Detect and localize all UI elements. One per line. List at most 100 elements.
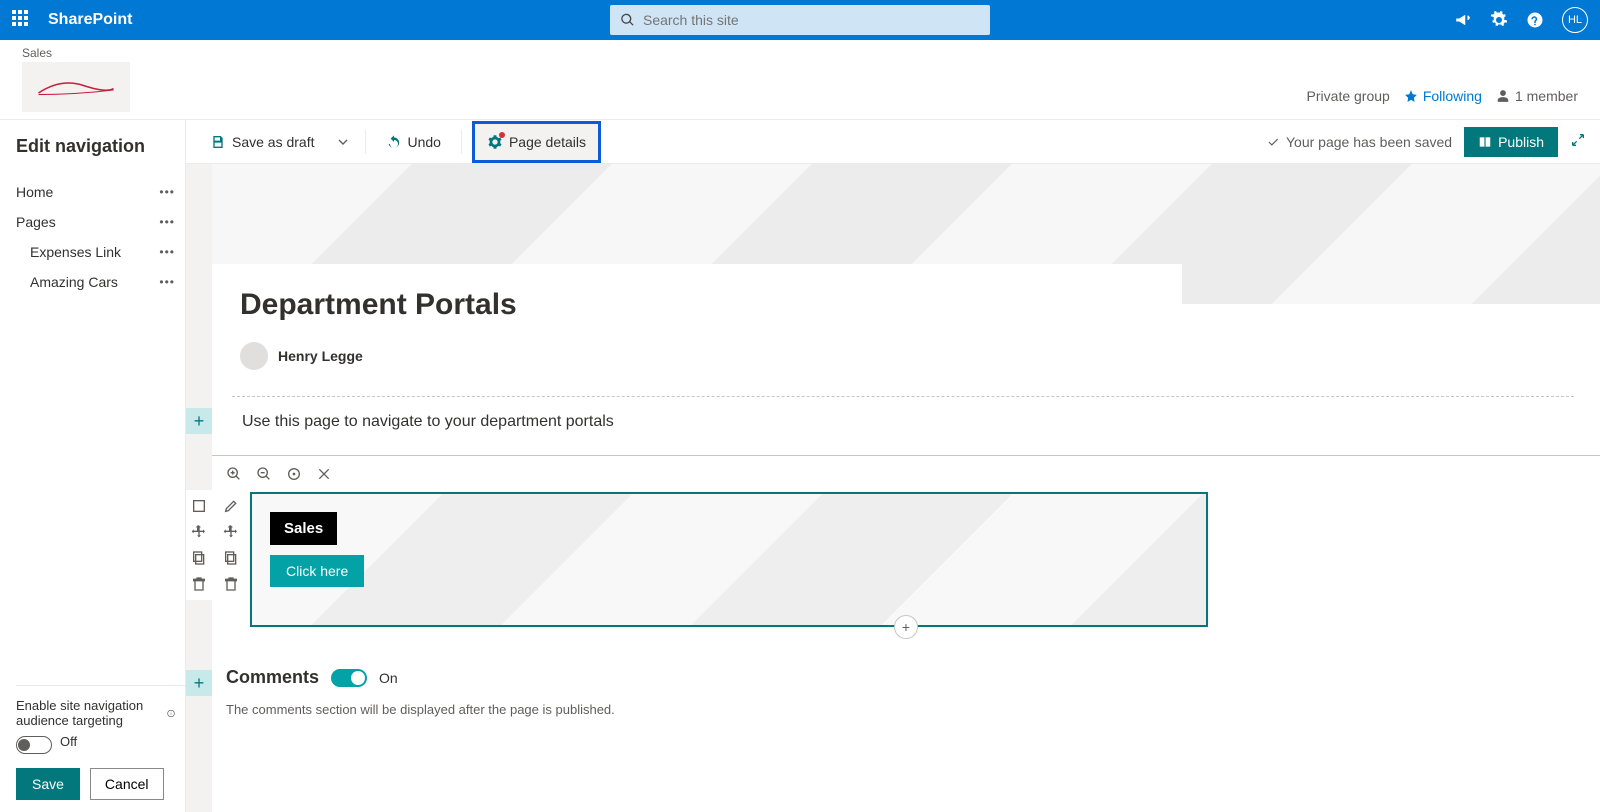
- nav-item-label: Home: [16, 184, 53, 200]
- page-title[interactable]: Department Portals: [240, 288, 1154, 322]
- comments-state-label: On: [379, 670, 398, 686]
- nav-item-label: Pages: [16, 214, 56, 230]
- more-icon[interactable]: •••: [159, 245, 175, 259]
- saved-message-text: Your page has been saved: [1286, 134, 1452, 150]
- megaphone-icon[interactable]: [1454, 11, 1472, 29]
- publish-button[interactable]: Publish: [1464, 127, 1558, 157]
- help-icon[interactable]: [1526, 11, 1544, 29]
- separator: [461, 130, 462, 154]
- svg-text:i: i: [170, 711, 171, 716]
- site-logo-wrap: Sales: [22, 46, 130, 112]
- section-toolbar: [186, 490, 212, 600]
- left-nav: Edit navigation Home ••• Pages ••• Expen…: [0, 120, 186, 812]
- gear-icon: [487, 134, 503, 150]
- publish-label: Publish: [1498, 134, 1544, 150]
- author-row: Henry Legge: [240, 342, 1154, 370]
- user-avatar[interactable]: HL: [1562, 7, 1588, 33]
- edit-section-icon[interactable]: [191, 498, 207, 514]
- privacy-label: Private group: [1307, 88, 1390, 104]
- save-draft-label: Save as draft: [232, 134, 315, 150]
- saved-message: Your page has been saved: [1266, 134, 1452, 150]
- site-meta: Private group Following 1 member: [1307, 88, 1578, 104]
- site-logo[interactable]: [22, 62, 130, 112]
- command-bar-right: Your page has been saved Publish: [1266, 127, 1586, 157]
- hero-webpart[interactable]: Sales Click here: [250, 492, 1208, 627]
- search-input[interactable]: [643, 12, 980, 28]
- nav-cancel-button[interactable]: Cancel: [90, 768, 164, 800]
- add-section-button[interactable]: +: [186, 670, 212, 696]
- comments-heading: Comments: [226, 667, 319, 688]
- star-icon: [1404, 89, 1418, 103]
- undo-button[interactable]: Undo: [376, 128, 451, 156]
- move-webpart-icon[interactable]: [223, 524, 239, 540]
- nav-title: Edit navigation: [16, 136, 185, 157]
- section: Sales Click here +: [212, 455, 1600, 627]
- command-bar: Save as draft Undo Page details: [186, 120, 1600, 164]
- delete-section-icon[interactable]: [191, 576, 207, 592]
- main-row: Edit navigation Home ••• Pages ••• Expen…: [0, 120, 1600, 812]
- zoom-in-icon[interactable]: [226, 466, 242, 482]
- zoom-out-icon[interactable]: [256, 466, 272, 482]
- undo-label: Undo: [408, 134, 441, 150]
- add-webpart-button[interactable]: +: [894, 615, 918, 639]
- separator: [365, 130, 366, 154]
- add-section-button[interactable]: +: [186, 408, 212, 434]
- duplicate-webpart-icon[interactable]: [223, 550, 239, 566]
- save-icon: [210, 134, 226, 150]
- edit-webpart-icon[interactable]: [223, 498, 239, 514]
- comments-note: The comments section will be displayed a…: [226, 702, 1600, 717]
- page-details-highlight: Page details: [472, 121, 601, 163]
- comments-toggle[interactable]: [331, 669, 367, 687]
- app-launcher-icon[interactable]: [12, 10, 32, 30]
- nav-item-pages[interactable]: Pages •••: [16, 207, 185, 237]
- webpart-top-toolbar: [212, 456, 1600, 492]
- chevron-down-icon: [335, 134, 351, 150]
- members-label: 1 member: [1515, 88, 1578, 104]
- duplicate-section-icon[interactable]: [191, 550, 207, 566]
- title-area[interactable]: Department Portals Henry Legge: [212, 264, 1182, 388]
- move-section-icon[interactable]: [191, 524, 207, 540]
- more-icon[interactable]: •••: [159, 215, 175, 229]
- audience-targeting-toggle[interactable]: [16, 736, 52, 754]
- app-name[interactable]: SharePoint: [48, 11, 132, 29]
- site-name[interactable]: Sales: [22, 46, 130, 60]
- more-icon[interactable]: •••: [159, 275, 175, 289]
- search-box[interactable]: [610, 5, 990, 35]
- page-description[interactable]: Use this page to navigate to your depart…: [242, 413, 1600, 431]
- nav-item-label: Amazing Cars: [30, 274, 118, 290]
- nav-bottom: Enable site navigation audience targetin…: [16, 685, 185, 812]
- page-details-label: Page details: [509, 134, 586, 150]
- members-button[interactable]: 1 member: [1496, 88, 1578, 104]
- delete-webpart-icon[interactable]: [223, 576, 239, 592]
- hero-tile-button[interactable]: Click here: [270, 555, 364, 587]
- nav-item-amazing-cars[interactable]: Amazing Cars •••: [30, 267, 185, 297]
- focal-point-icon[interactable]: [286, 466, 302, 482]
- section-divider: [232, 396, 1574, 397]
- suite-bar: SharePoint HL: [0, 0, 1600, 40]
- toggle-state-label: Off: [60, 734, 77, 749]
- close-icon[interactable]: [316, 466, 332, 482]
- webpart-side-toolbar: [218, 490, 244, 600]
- canvas: Department Portals Henry Legge + Use thi…: [186, 164, 1600, 812]
- info-icon[interactable]: i: [167, 707, 175, 720]
- page-details-button[interactable]: Page details: [477, 128, 596, 156]
- undo-icon: [386, 134, 402, 150]
- save-draft-button[interactable]: Save as draft: [200, 128, 325, 156]
- following-button[interactable]: Following: [1404, 88, 1482, 104]
- settings-icon[interactable]: [1490, 11, 1508, 29]
- content-column: Save as draft Undo Page details: [186, 120, 1600, 812]
- nav-item-expenses[interactable]: Expenses Link •••: [30, 237, 185, 267]
- nav-save-button[interactable]: Save: [16, 768, 80, 800]
- hero-tile-label[interactable]: Sales: [270, 512, 337, 545]
- author-name[interactable]: Henry Legge: [278, 348, 363, 364]
- canvas-rail: [186, 164, 212, 812]
- more-icon[interactable]: •••: [159, 185, 175, 199]
- author-avatar[interactable]: [240, 342, 268, 370]
- save-draft-chevron[interactable]: [331, 128, 355, 156]
- nav-item-home[interactable]: Home •••: [16, 177, 185, 207]
- publish-icon: [1478, 135, 1492, 149]
- audience-targeting-label: Enable site navigation audience targetin…: [16, 698, 175, 728]
- search-icon: [620, 12, 635, 28]
- expand-button[interactable]: [1570, 132, 1586, 151]
- site-header: Sales Private group Following 1 member: [0, 40, 1600, 120]
